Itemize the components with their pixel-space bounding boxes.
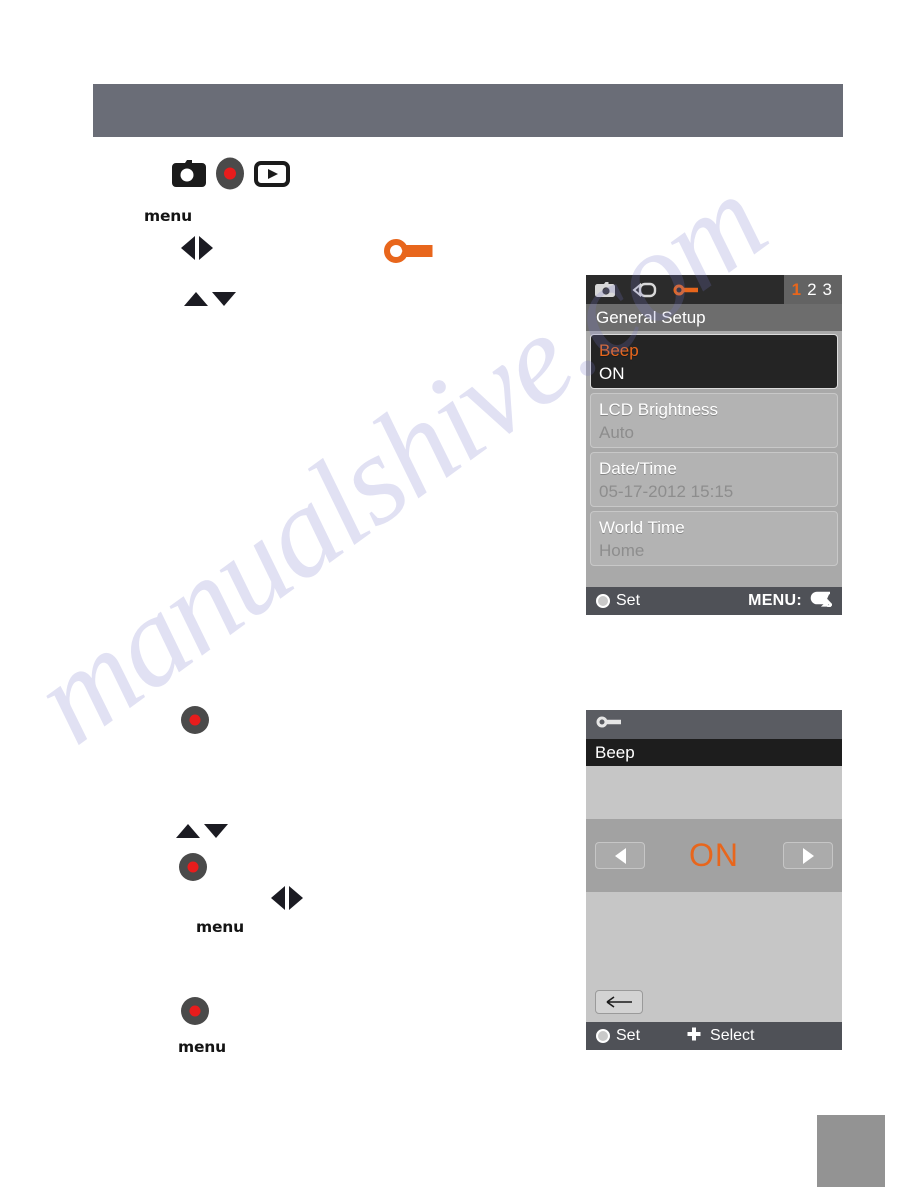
- list-item-label: LCD Brightness: [599, 400, 719, 419]
- set-ring-icon: [596, 1029, 610, 1043]
- photo-camera-icon: [168, 159, 206, 188]
- menu-label: menu: [196, 918, 244, 936]
- arrow-left-icon: [181, 236, 195, 260]
- detail-spacer-top: [586, 766, 842, 819]
- header-band: [93, 84, 843, 137]
- left-right-arrows: [181, 236, 213, 260]
- detail-header: [586, 710, 842, 739]
- list-item-date-time[interactable]: Date/Time 05-17-2012 15:15: [590, 452, 838, 507]
- screen-footer: Set Select: [586, 1022, 842, 1050]
- list-item-label: Date/Time: [599, 459, 677, 478]
- record-dot-icon: [180, 996, 210, 1031]
- list-item-beep[interactable]: Beep ON: [590, 334, 838, 389]
- camera-screen-general-setup: 1 2 3 General Setup Beep ON LCD Brightne…: [586, 275, 842, 615]
- arrow-left-icon: [271, 886, 285, 910]
- footer-set-label: Set: [616, 1027, 641, 1044]
- record-dot-icon: [180, 705, 210, 740]
- menu-label: menu: [144, 207, 192, 225]
- wrench-icon: [383, 237, 435, 270]
- wrench-icon: [595, 714, 623, 735]
- list-item-value: ON: [599, 364, 625, 383]
- set-ring-icon: [596, 594, 610, 608]
- record-dot-icon: [178, 852, 208, 887]
- playback-icon: [254, 160, 290, 187]
- arrow-right-icon: [802, 847, 814, 864]
- page-tab-1[interactable]: 1: [792, 281, 801, 298]
- arrow-down-icon: [204, 824, 228, 838]
- camera-screen-beep-detail: Beep ON Set Select: [586, 710, 842, 1050]
- back-button[interactable]: [595, 990, 643, 1014]
- menu-label: menu: [178, 1038, 226, 1056]
- footer-select-label: Select: [710, 1027, 755, 1044]
- up-down-arrows: [176, 824, 228, 838]
- footer-set-label: Set: [616, 592, 641, 609]
- arrow-left-icon: [614, 847, 626, 864]
- tab-photo-icon[interactable]: [594, 281, 618, 299]
- list-item-value: Auto: [599, 423, 634, 442]
- arrow-up-icon: [184, 292, 208, 306]
- detail-current-value: ON: [689, 837, 739, 873]
- arrow-right-icon: [289, 886, 303, 910]
- footer-set-action[interactable]: Set: [596, 592, 640, 610]
- list-item-lcd-brightness[interactable]: LCD Brightness Auto: [590, 393, 838, 448]
- page-tab-group: 1 2 3: [783, 275, 842, 304]
- detail-spacer-bottom: [586, 892, 842, 982]
- page-tab-2[interactable]: 2: [807, 281, 816, 298]
- list-item-value: Home: [599, 541, 645, 560]
- next-value-button[interactable]: [783, 842, 833, 869]
- mode-icon-row: [168, 157, 290, 190]
- footer-select-action[interactable]: Select: [684, 1027, 754, 1045]
- prev-value-button[interactable]: [595, 842, 645, 869]
- menu-return-icon: [808, 591, 833, 612]
- left-right-arrows: [271, 886, 303, 910]
- settings-list: Beep ON LCD Brightness Auto Date/Time 05…: [586, 331, 842, 566]
- back-arrow-icon: [606, 996, 632, 1008]
- arrow-up-icon: [176, 824, 200, 838]
- list-item-world-time[interactable]: World Time Home: [590, 511, 838, 566]
- lcd-tab-bar: 1 2 3: [586, 275, 842, 304]
- list-item-label: World Time: [599, 518, 685, 537]
- detail-subtitle: Beep: [586, 739, 842, 766]
- page-corner-block: [817, 1115, 885, 1187]
- record-dot-icon: [214, 157, 246, 190]
- arrow-down-icon: [212, 292, 236, 306]
- detail-value-row: ON: [586, 819, 842, 892]
- screen-footer: Set MENU:: [586, 587, 842, 615]
- footer-menu-action[interactable]: MENU:: [748, 591, 833, 612]
- up-down-arrows: [184, 292, 236, 306]
- tab-video-icon[interactable]: [632, 281, 658, 299]
- page-tab-3[interactable]: 3: [823, 281, 832, 298]
- arrow-right-icon: [199, 236, 213, 260]
- dpad-icon: [684, 1027, 704, 1045]
- list-item-label: Beep: [599, 341, 639, 360]
- list-item-value: 05-17-2012 15:15: [599, 482, 734, 501]
- footer-menu-label: MENU:: [748, 592, 802, 609]
- back-button-area: [586, 982, 842, 1022]
- screen-title: General Setup: [586, 304, 842, 331]
- tab-setup-wrench-icon[interactable]: [672, 282, 700, 298]
- footer-set-action[interactable]: Set: [596, 1027, 640, 1045]
